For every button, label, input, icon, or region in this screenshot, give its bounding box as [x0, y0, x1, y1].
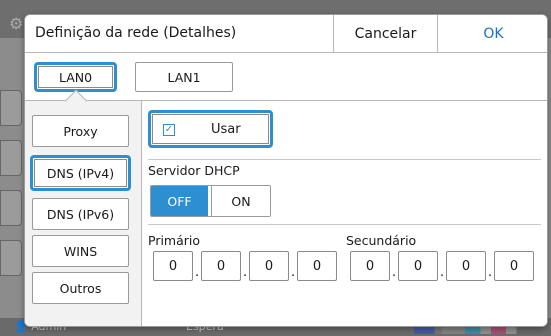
network-details-dialog: Definição da rede (Detalhes) Cancelar OK…	[24, 14, 548, 327]
ip-separator: .	[195, 265, 200, 280]
primary-dns-label: Primário	[148, 233, 201, 248]
secondary-ip-octet-3[interactable]: 0	[446, 251, 486, 281]
side-nav-item-proxy[interactable]: Proxy	[32, 115, 129, 147]
background-row-button	[0, 190, 22, 226]
dns-settings-panel: ✓ Usar Servidor DHCP OFF ON Primário Sec…	[142, 101, 547, 326]
ip-separator: .	[243, 265, 248, 280]
cancel-button[interactable]: Cancelar	[333, 15, 437, 52]
background-row-button	[0, 90, 22, 126]
ip-separator: .	[488, 265, 493, 280]
tab-lan1[interactable]: LAN1	[135, 62, 233, 92]
primary-ip-octet-3[interactable]: 0	[249, 251, 289, 281]
secondary-ip-octet-4[interactable]: 0	[494, 251, 534, 281]
side-nav-item-outros[interactable]: Outros	[32, 272, 129, 304]
use-checkbox-button[interactable]: ✓ Usar	[148, 110, 273, 148]
lan-tab-strip: LAN0 LAN1	[25, 53, 547, 101]
tab-lan0[interactable]: LAN0	[34, 62, 117, 92]
divider	[148, 159, 541, 160]
side-nav: Proxy DNS (IPv4) DNS (IPv6) WINS Outros	[25, 101, 142, 326]
use-label: Usar	[211, 122, 241, 137]
secondary-ip-octet-2[interactable]: 0	[398, 251, 438, 281]
ip-separator: .	[291, 265, 296, 280]
ok-button[interactable]: OK	[437, 15, 547, 52]
background-row-button	[0, 140, 22, 176]
primary-ip-octet-2[interactable]: 0	[201, 251, 241, 281]
gear-icon: ⚙	[9, 14, 24, 33]
check-icon[interactable]: ✓	[163, 124, 175, 136]
dialog-title: Definição da rede (Detalhes)	[35, 25, 237, 41]
side-nav-item-wins[interactable]: WINS	[32, 235, 129, 267]
secondary-dns-label: Secundário	[346, 233, 417, 248]
primary-ip-octet-1[interactable]: 0	[153, 251, 193, 281]
dhcp-toggle: OFF ON	[150, 185, 271, 217]
ip-separator: .	[440, 265, 445, 280]
dhcp-on-button[interactable]: ON	[211, 186, 270, 216]
primary-ip-octet-4[interactable]: 0	[297, 251, 337, 281]
side-nav-item-dns-ipv4[interactable]: DNS (IPv4)	[30, 155, 131, 191]
background-row-button	[0, 240, 22, 276]
secondary-ip-octet-1[interactable]: 0	[350, 251, 390, 281]
side-nav-item-dns-ipv6[interactable]: DNS (IPv6)	[32, 198, 129, 230]
dhcp-server-label: Servidor DHCP	[148, 163, 240, 178]
dialog-body: Proxy DNS (IPv4) DNS (IPv6) WINS Outros …	[25, 101, 547, 326]
dhcp-off-button[interactable]: OFF	[151, 186, 208, 216]
ip-separator: .	[392, 265, 397, 280]
divider	[148, 224, 541, 225]
dialog-header: Definição da rede (Detalhes) Cancelar OK	[25, 15, 547, 53]
